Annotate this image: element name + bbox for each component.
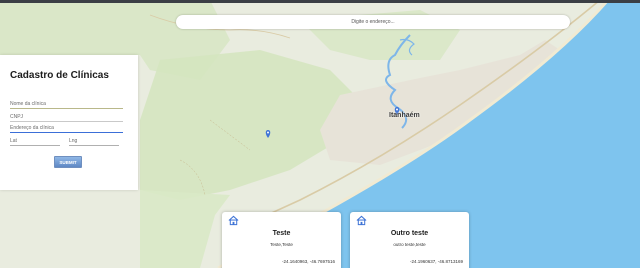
card-title: Teste	[272, 230, 291, 237]
submit-button[interactable]: SUBMIT	[54, 156, 82, 168]
clinic-form-panel: Cadastro de Clínicas SUBMIT	[0, 55, 138, 190]
latitude-field[interactable]	[10, 137, 60, 146]
card-subtitle: outro teste,teste	[393, 242, 426, 247]
map-pin-dot	[396, 108, 398, 111]
address-field[interactable]	[10, 124, 123, 133]
clinic-card[interactable]: Teste Teste,Teste -24.1640963, -46.76975…	[222, 212, 341, 268]
card-coordinates: -24.1640963, -46.7697516	[281, 259, 335, 264]
clinic-name-field[interactable]	[10, 100, 123, 109]
app-stage: Itanhaém Cadastro de Clínicas SUBMIT Tes…	[0, 0, 640, 268]
cnpj-field[interactable]	[10, 113, 123, 122]
card-title: Outro teste	[390, 230, 429, 237]
map-pin-dot	[267, 131, 269, 134]
home-icon	[228, 215, 239, 226]
card-coordinates: -24.1960637, -46.8713169	[409, 259, 463, 264]
card-subtitle: Teste,Teste	[270, 242, 293, 247]
search-input[interactable]	[176, 15, 570, 29]
form-title: Cadastro de Clínicas	[10, 70, 109, 81]
window-top-bar	[0, 0, 640, 3]
home-icon	[356, 215, 367, 226]
longitude-field[interactable]	[69, 137, 119, 146]
map-city-label: Itanhaém	[389, 112, 420, 119]
clinic-card[interactable]: Outro teste outro teste,teste -24.196063…	[350, 212, 469, 268]
